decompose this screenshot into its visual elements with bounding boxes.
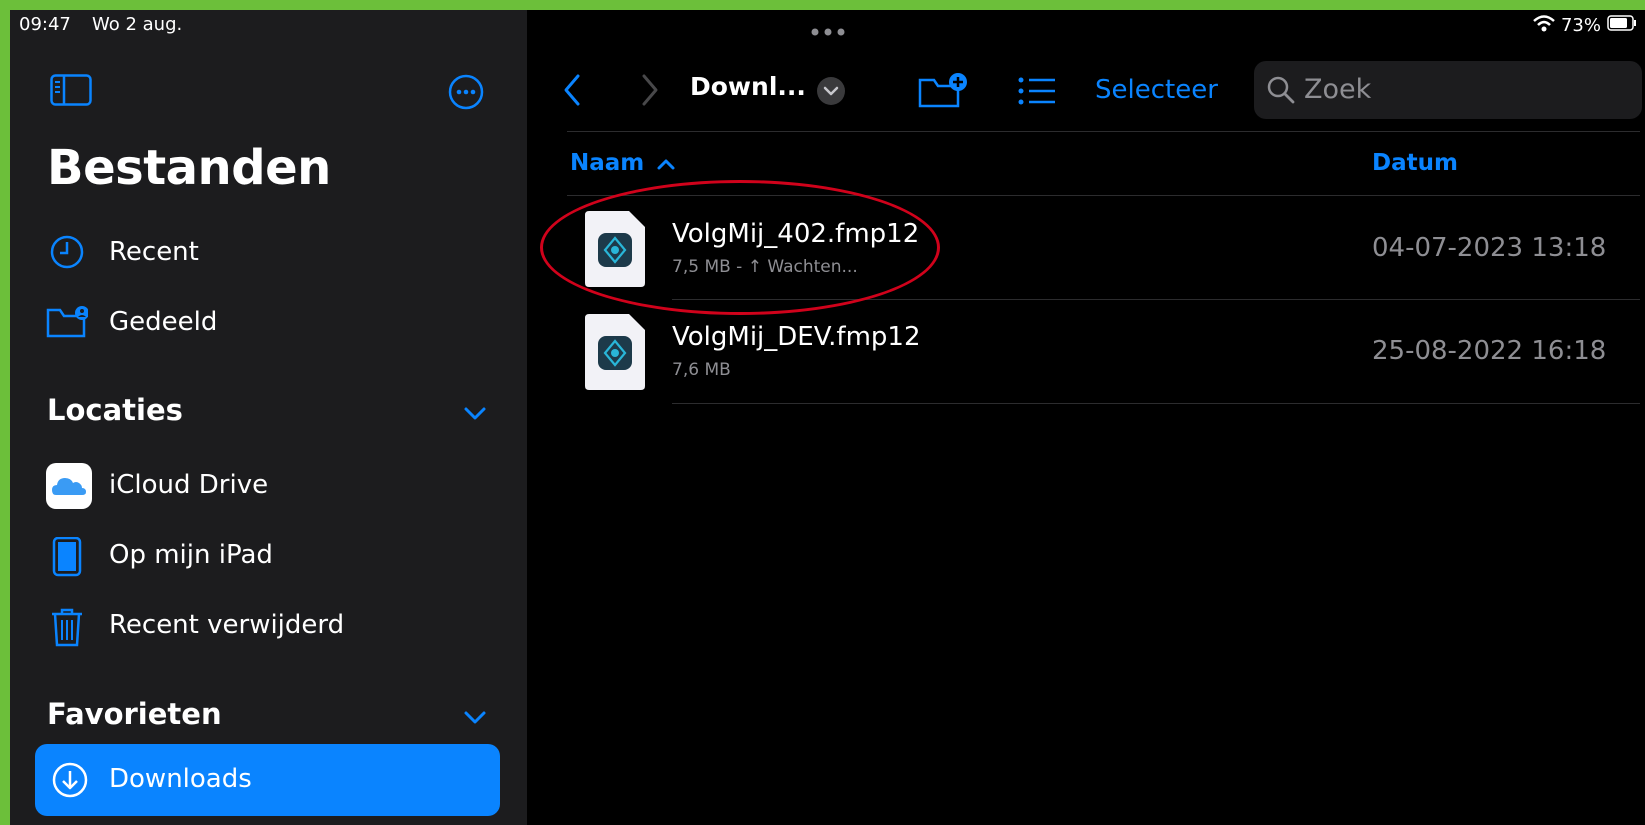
new-folder-icon[interactable] <box>918 72 968 110</box>
sidebar-item-shared[interactable]: Gedeeld <box>10 292 527 352</box>
icloud-icon <box>46 463 92 509</box>
battery-percentage: 73% <box>1560 15 1601 36</box>
sidebar-item-label: Gedeeld <box>109 307 218 337</box>
sidebar-toggle-icon[interactable] <box>50 74 92 106</box>
wifi-icon <box>1533 14 1555 37</box>
file-row[interactable]: VolgMij_DEV.fmp12 7,6 MB 25-08-2022 16:1… <box>567 303 1645 403</box>
status-indicators: 73% <box>1533 14 1637 37</box>
search-field[interactable]: Zoek <box>1254 61 1642 119</box>
file-date: 04-07-2023 13:18 <box>1372 233 1607 263</box>
shared-folder-icon <box>46 304 89 340</box>
download-icon <box>51 761 89 799</box>
breadcrumb-current-folder: Downl... <box>690 72 806 101</box>
files-app-window: 09:47 Wo 2 aug. Bestanden Recent Gedeeld… <box>10 10 1645 825</box>
file-date: 25-08-2022 16:18 <box>1372 336 1607 366</box>
sort-ascending-icon <box>656 151 676 177</box>
status-time: 09:47 <box>19 14 71 35</box>
section-header-locations: Locaties <box>47 393 183 427</box>
sidebar-item-icloud-drive[interactable]: iCloud Drive <box>10 455 527 515</box>
search-placeholder: Zoek <box>1304 74 1372 105</box>
column-header-name[interactable]: Naam <box>570 150 676 177</box>
divider <box>672 403 1640 404</box>
sidebar-item-label: Recent <box>109 237 199 267</box>
search-icon <box>1266 75 1296 109</box>
file-name: VolgMij_402.fmp12 <box>672 219 920 249</box>
folder-menu-chevron-icon[interactable] <box>816 76 846 106</box>
file-name: VolgMij_DEV.fmp12 <box>672 322 921 352</box>
file-browser <box>527 10 1645 825</box>
chevron-down-icon[interactable] <box>462 704 488 730</box>
sidebar-item-label: iCloud Drive <box>109 470 269 500</box>
multitasking-handle[interactable] <box>810 22 846 41</box>
status-date: Wo 2 aug. <box>92 14 183 35</box>
more-options-icon[interactable] <box>448 74 484 110</box>
filemaker-file-icon <box>585 211 645 287</box>
select-button[interactable]: Selecteer <box>1095 75 1218 105</box>
sidebar-item-on-my-ipad[interactable]: Op mijn iPad <box>10 525 527 585</box>
battery-icon <box>1607 14 1637 37</box>
file-meta: 7,6 MB <box>672 360 731 380</box>
section-header-favorites: Favorieten <box>47 697 222 731</box>
divider <box>672 299 1640 300</box>
sidebar: 09:47 Wo 2 aug. Bestanden Recent Gedeeld… <box>10 10 527 825</box>
divider <box>567 195 1640 196</box>
trash-icon <box>46 607 88 647</box>
sidebar-item-label: Downloads <box>109 764 252 794</box>
column-header-date[interactable]: Datum <box>1372 150 1458 176</box>
list-view-icon[interactable] <box>1018 76 1056 106</box>
sidebar-item-downloads[interactable]: Downloads <box>35 744 500 816</box>
file-meta: 7,5 MB - ↑ Wachten... <box>672 257 858 277</box>
sidebar-title: Bestanden <box>47 140 331 196</box>
divider <box>567 131 1640 132</box>
sidebar-item-label: Recent verwijderd <box>109 610 345 640</box>
file-row[interactable]: VolgMij_402.fmp12 7,5 MB - ↑ Wachten... … <box>567 199 1645 299</box>
sidebar-item-label: Op mijn iPad <box>109 540 273 570</box>
back-chevron-icon[interactable] <box>560 72 584 108</box>
clock-icon <box>46 234 88 270</box>
sidebar-item-recent[interactable]: Recent <box>10 222 527 282</box>
forward-chevron-icon[interactable] <box>638 72 662 108</box>
chevron-down-icon[interactable] <box>462 400 488 426</box>
sidebar-item-recently-deleted[interactable]: Recent verwijderd <box>10 595 527 655</box>
ipad-icon <box>46 536 88 577</box>
filemaker-file-icon <box>585 314 645 390</box>
